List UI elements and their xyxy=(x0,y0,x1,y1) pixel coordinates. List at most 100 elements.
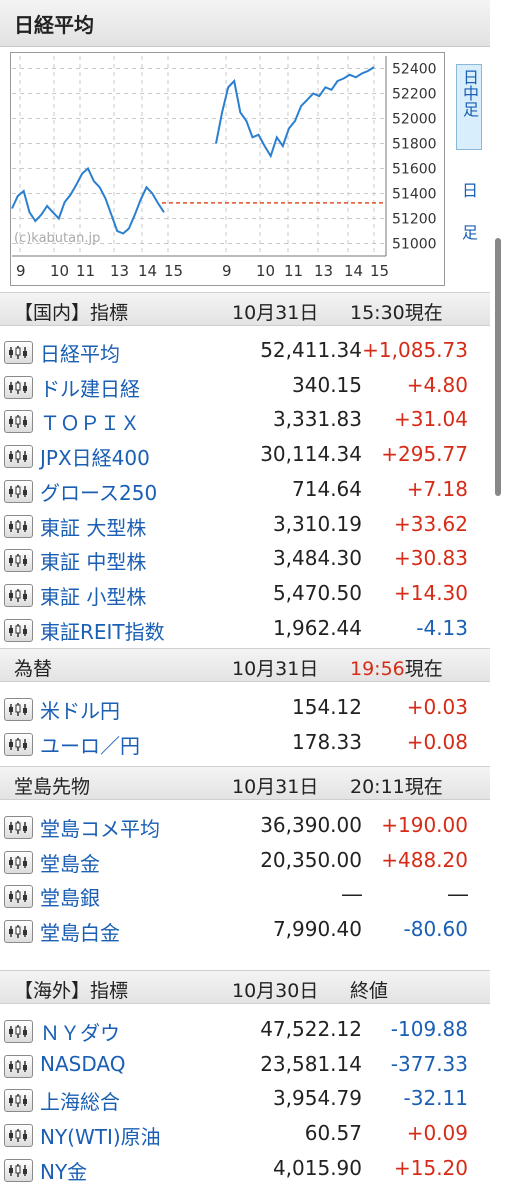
instrument-price: 340.15 xyxy=(292,372,362,397)
instrument-name[interactable]: グロース250 xyxy=(40,477,157,506)
mini-chart-icon[interactable] xyxy=(4,1124,33,1148)
instrument-price: 3,331.83 xyxy=(272,407,362,432)
section-time-suffix: 現在 xyxy=(404,658,443,680)
instrument-price: 36,390.00 xyxy=(260,813,362,837)
list-item[interactable]: ドル建日経 340.15 +4.80 xyxy=(0,368,490,402)
list-item[interactable]: 日経平均 52,411.34 +1,085.73 xyxy=(0,333,490,367)
mini-chart-icon[interactable] xyxy=(4,850,33,874)
instrument-name[interactable]: JPX日経400 xyxy=(40,442,150,471)
list-item[interactable]: NY金 4,015.90 +15.20 xyxy=(0,1151,490,1185)
x-tick-label: 15 xyxy=(164,262,183,280)
instrument-name[interactable]: NY金 xyxy=(40,1156,87,1185)
instrument-name[interactable]: NASDAQ xyxy=(40,1052,125,1076)
list-item[interactable]: ユーロ／円 178.33 +0.08 xyxy=(0,725,490,759)
mini-chart-icon[interactable] xyxy=(4,885,33,909)
instrument-price: 52,411.34 xyxy=(260,338,362,362)
instrument-name[interactable]: ＮＹダウ xyxy=(40,1017,120,1046)
mini-chart-icon[interactable] xyxy=(4,445,33,469)
instrument-name[interactable]: 堂島金 xyxy=(40,848,100,877)
instrument-change: +0.09 xyxy=(406,1121,468,1146)
instrument-change: +15.20 xyxy=(393,1155,468,1180)
instrument-price: 1,962.44 xyxy=(272,615,362,640)
list-item[interactable]: ＮＹダウ 47,522.12 -109.88 xyxy=(0,1012,490,1046)
list-item[interactable]: 上海総合 3,954.79 -32.11 xyxy=(0,1081,490,1115)
instrument-name[interactable]: NY(WTI)原油 xyxy=(40,1121,161,1150)
instrument-name[interactable]: 日経平均 xyxy=(40,338,120,367)
instrument-change: +488.20 xyxy=(381,847,468,872)
tab-intraday-label: 日中足 xyxy=(460,69,479,117)
y-tick-label: 51600 xyxy=(392,162,437,178)
section-date: 10月31日 xyxy=(232,776,319,798)
mini-chart-icon[interactable] xyxy=(4,816,33,839)
instrument-name[interactable]: 東証 中型株 xyxy=(40,546,146,575)
section-time-value: 19:56 xyxy=(350,658,405,680)
instrument-change: -109.88 xyxy=(390,1017,468,1041)
y-tick-label: 51000 xyxy=(392,237,437,253)
instrument-change: +31.04 xyxy=(393,407,468,432)
scrollbar[interactable] xyxy=(495,238,501,496)
x-tick-label: 13 xyxy=(110,262,129,280)
section-title: 【国内】指標 xyxy=(14,302,129,324)
tab-daily-label: 日足 xyxy=(459,182,478,266)
instrument-name[interactable]: 上海総合 xyxy=(40,1086,120,1115)
chart-svg: 52400 52200 52000 51800 51600 51400 51200 51000… xyxy=(10,52,445,286)
instrument-name[interactable]: 東証 大型株 xyxy=(40,512,146,541)
tab-daily-chart[interactable]: 日足 xyxy=(456,178,480,266)
y-tick-label: 51400 xyxy=(392,187,437,203)
list-item[interactable]: ＴＯＰＩＸ 3,331.83 +31.04 xyxy=(0,402,490,436)
list-item[interactable]: 堂島コメ平均 36,390.00 +190.00 xyxy=(0,808,490,842)
instrument-name[interactable]: 東証REIT指数 xyxy=(40,616,165,645)
x-tick-label: 11 xyxy=(284,262,303,280)
mini-chart-icon[interactable] xyxy=(4,1158,33,1182)
list-item[interactable]: 堂島銀 ― ― xyxy=(0,877,490,911)
instrument-price: 30,114.34 xyxy=(260,442,362,467)
x-tick-label: 9 xyxy=(16,262,26,280)
instrument-price: 5,470.50 xyxy=(272,580,362,605)
mini-chart-icon[interactable] xyxy=(4,1054,33,1078)
instrument-price: 7,990.40 xyxy=(272,917,362,942)
list-item[interactable]: 東証 小型株 5,470.50 +14.30 xyxy=(0,576,490,610)
mini-chart-icon[interactable] xyxy=(4,1089,33,1113)
list-item[interactable]: NASDAQ 23,581.14 -377.33 xyxy=(0,1047,490,1081)
mini-chart-icon[interactable] xyxy=(4,410,33,434)
mini-chart-icon[interactable] xyxy=(4,514,33,538)
list-item[interactable]: NY(WTI)原油 60.57 +0.09 xyxy=(0,1116,490,1150)
list-item[interactable]: 堂島白金 7,990.40 -80.60 xyxy=(0,912,490,946)
tab-intraday-chart[interactable]: 日中足 xyxy=(456,64,482,150)
list-item[interactable]: 東証REIT指数 1,962.44 -4.13 xyxy=(0,611,490,645)
section-header-domestic: 【国内】指標 10月31日 15:30現在 xyxy=(0,292,490,326)
mini-chart-icon[interactable] xyxy=(4,732,33,756)
mini-chart-icon[interactable] xyxy=(4,375,33,399)
list-item[interactable]: グロース250 714.64 +7.18 xyxy=(0,472,490,506)
instrument-name[interactable]: 堂島銀 xyxy=(40,882,100,911)
section-time: 19:56現在 xyxy=(350,654,443,681)
instrument-price: ― xyxy=(342,882,362,907)
mini-chart-icon[interactable] xyxy=(4,341,33,364)
instrument-name[interactable]: ドル建日経 xyxy=(40,373,140,402)
y-tick-label: 52400 xyxy=(392,62,437,78)
list-item[interactable]: JPX日経400 30,114.34 +295.77 xyxy=(0,437,490,471)
x-tick-label: 13 xyxy=(314,262,333,280)
instrument-name[interactable]: ユーロ／円 xyxy=(40,730,140,759)
instrument-name[interactable]: ＴＯＰＩＸ xyxy=(40,407,140,436)
mini-chart-icon[interactable] xyxy=(4,618,33,642)
mini-chart-icon[interactable] xyxy=(4,549,33,573)
instrument-change: -32.11 xyxy=(403,1086,468,1111)
list-item[interactable]: 東証 中型株 3,484.30 +30.83 xyxy=(0,541,490,575)
section-header-dojima: 堂島先物 10月31日 20:11現在 xyxy=(0,766,490,800)
list-item[interactable]: 堂島金 20,350.00 +488.20 xyxy=(0,843,490,877)
instrument-name[interactable]: 米ドル円 xyxy=(40,695,120,724)
instrument-name[interactable]: 堂島コメ平均 xyxy=(40,813,160,842)
instrument-name[interactable]: 堂島白金 xyxy=(40,917,120,946)
list-item[interactable]: 米ドル円 154.12 +0.03 xyxy=(0,690,490,724)
instrument-name[interactable]: 東証 小型株 xyxy=(40,581,146,610)
x-tick-label: 10 xyxy=(256,262,275,280)
mini-chart-icon[interactable] xyxy=(4,583,33,607)
mini-chart-icon[interactable] xyxy=(4,479,33,503)
mini-chart-icon[interactable] xyxy=(4,698,33,721)
list-item[interactable]: 東証 大型株 3,310.19 +33.62 xyxy=(0,507,490,541)
mini-chart-icon[interactable] xyxy=(4,1020,33,1043)
x-tick-label: 10 xyxy=(50,262,69,280)
mini-chart-icon[interactable] xyxy=(4,920,33,944)
section-title: 堂島先物 xyxy=(14,776,91,798)
